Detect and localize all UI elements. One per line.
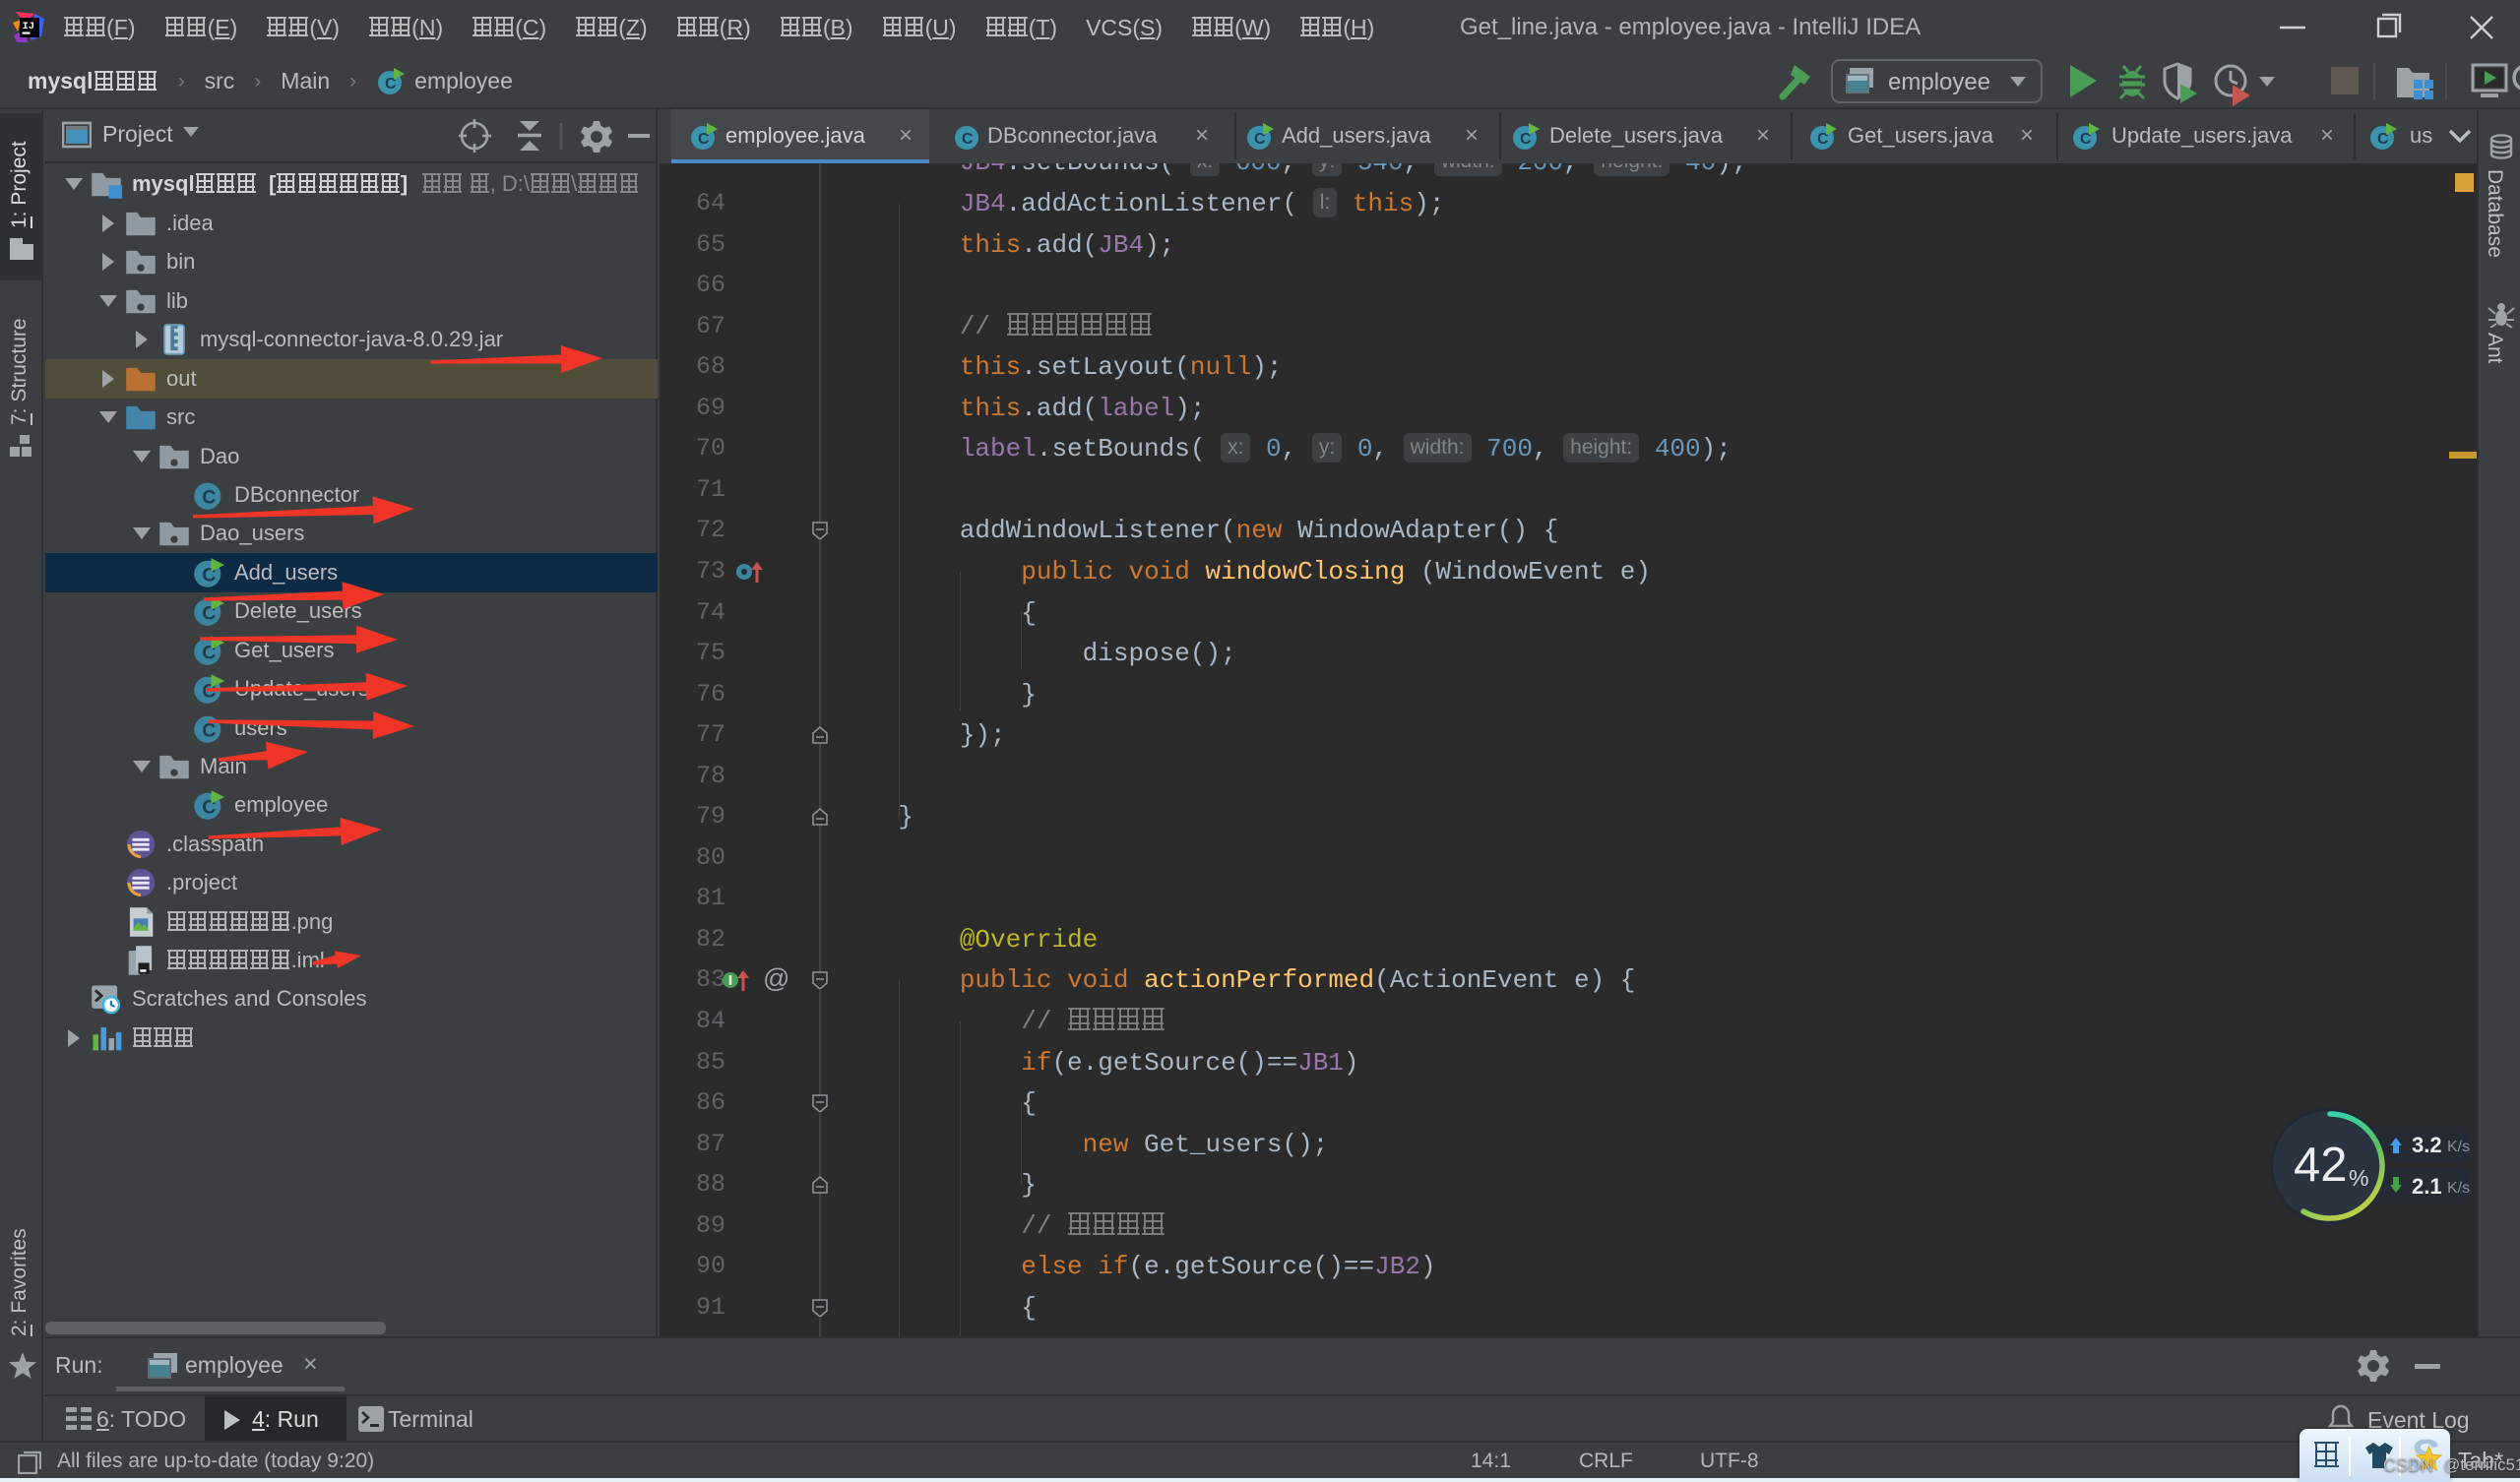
svg-text:K/s: K/s (2447, 1180, 2470, 1197)
svg-text:IJ: IJ (23, 21, 35, 32)
svg-text:C: C (962, 131, 974, 148)
svg-text:C: C (202, 720, 216, 742)
svg-text:2.1: 2.1 (2412, 1174, 2442, 1199)
svg-text:%: % (2349, 1165, 2368, 1191)
svg-text:42: 42 (2294, 1139, 2348, 1192)
svg-text:K/s: K/s (2447, 1139, 2470, 1155)
svg-text:C: C (202, 487, 216, 509)
svg-text:3.2: 3.2 (2412, 1133, 2442, 1157)
svg-text:employee: employee (1888, 69, 1990, 95)
